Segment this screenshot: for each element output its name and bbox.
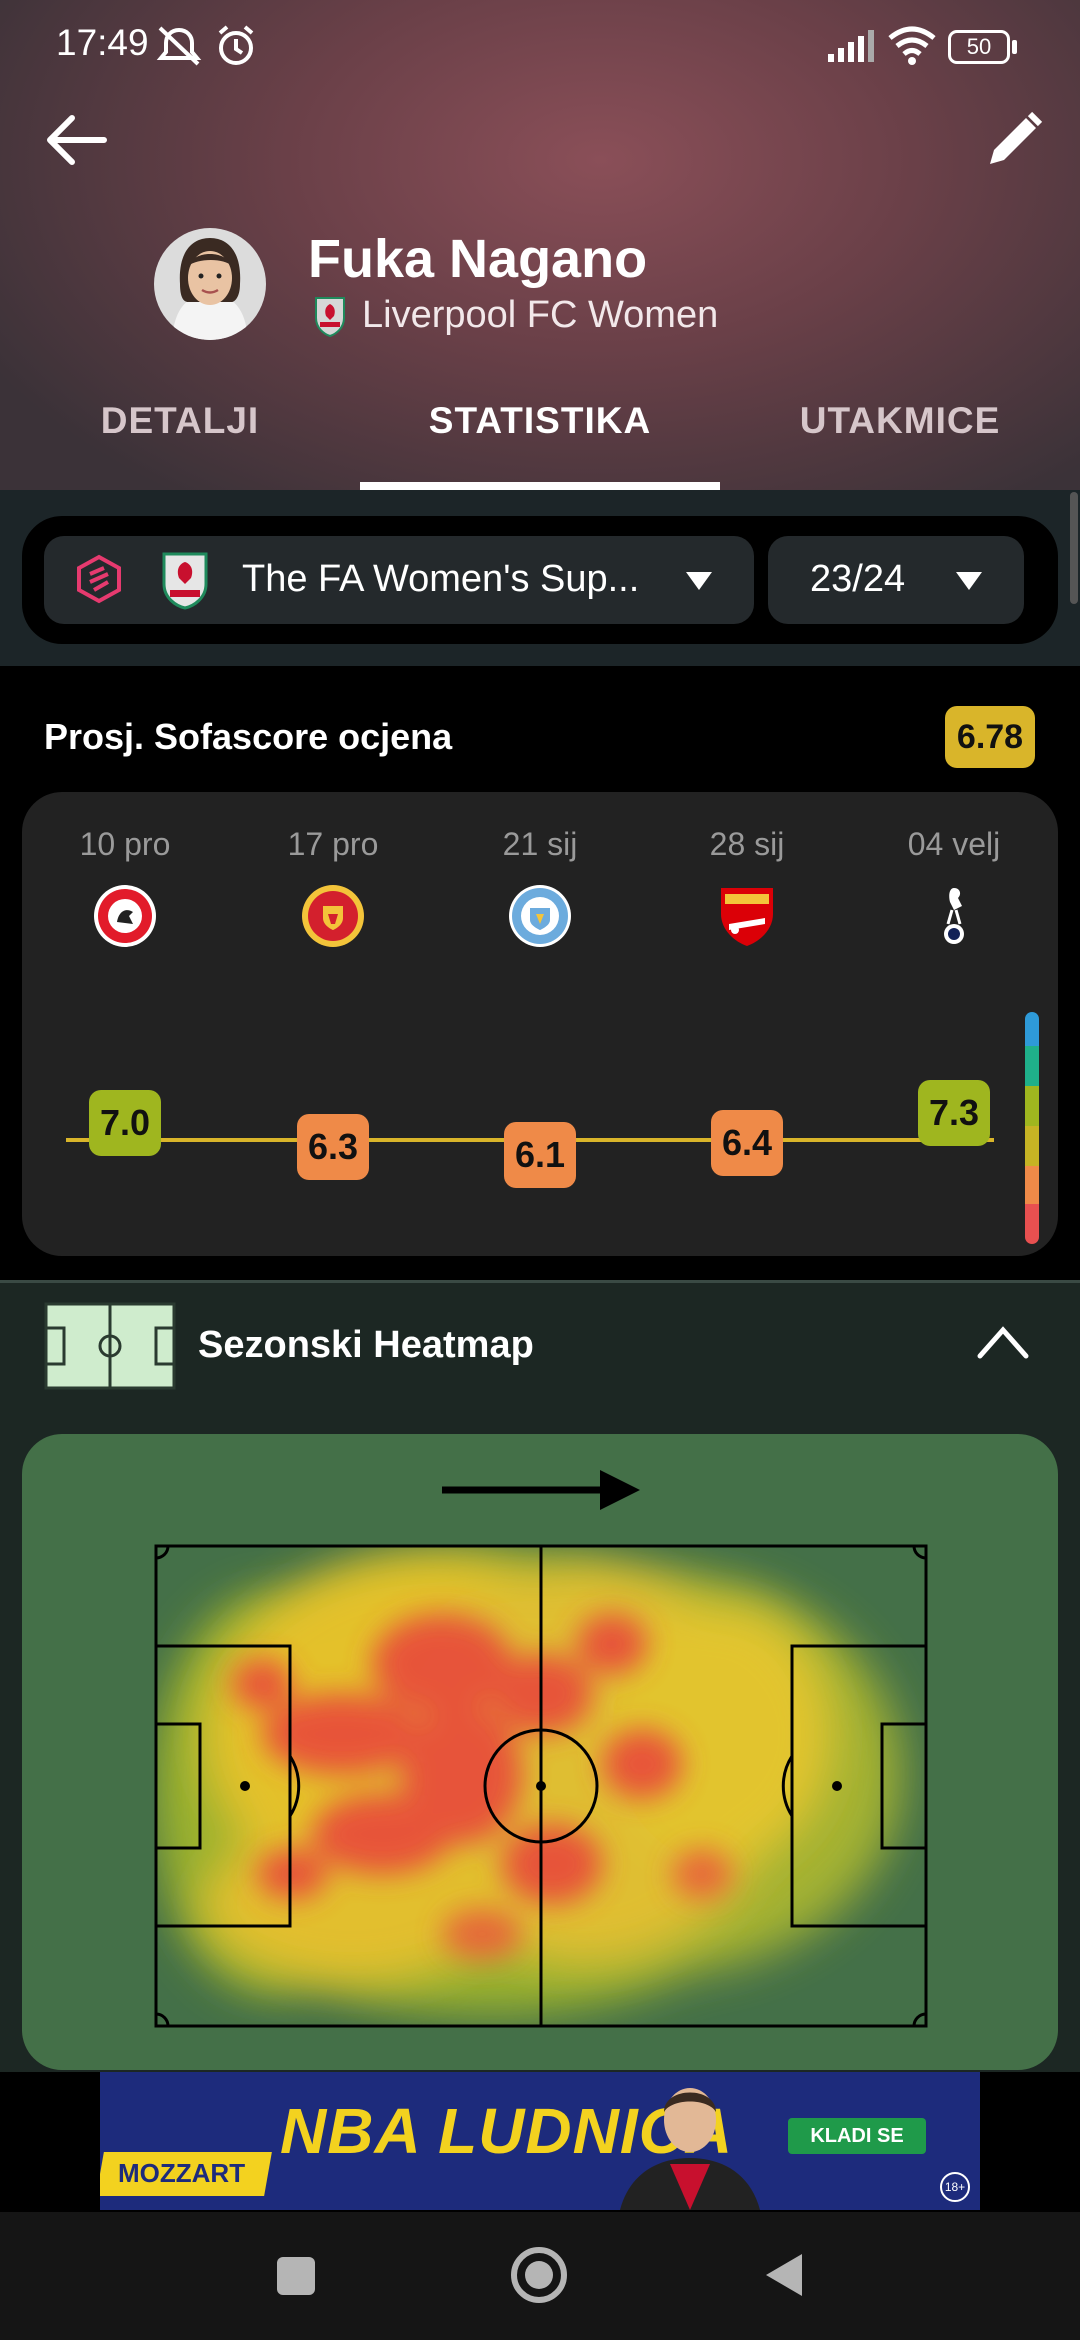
match-date: 04 velj	[907, 826, 1001, 862]
scrollbar-thumb[interactable]	[1070, 492, 1078, 604]
rating-scale-segment	[1025, 1086, 1039, 1126]
player-club: Liverpool FC Women	[362, 294, 719, 336]
manchester-city-icon[interactable]	[508, 884, 572, 948]
section-divider	[0, 1280, 1080, 1283]
rating-scale-segment	[1025, 1046, 1039, 1086]
attack-direction-arrow	[442, 1470, 640, 1510]
ad-age-badge: 18+	[940, 2172, 970, 2202]
bristol-city-icon[interactable]	[93, 884, 157, 948]
status-bar: 17:49 50	[0, 0, 1080, 96]
heat-density-layer	[156, 1554, 902, 2016]
match-date: 21 sij	[502, 826, 578, 862]
mute-icon	[154, 24, 204, 68]
edit-pencil-icon[interactable]	[980, 108, 1046, 174]
rating-section-title: Prosj. Sofascore ocjena	[44, 716, 453, 757]
rating-scale-segment	[1025, 1166, 1039, 1204]
ad-cta-button[interactable]: KLADI SE	[788, 2118, 926, 2154]
status-time: 17:49	[56, 22, 149, 63]
league-dropdown[interactable]: The FA Women's Sup...	[44, 536, 754, 624]
rating-scale-segment	[1025, 1126, 1039, 1166]
back-triangle-icon[interactable]	[760, 2250, 806, 2300]
match-rating-badge[interactable]: 6.3	[297, 1114, 369, 1180]
match-rating-badge[interactable]: 7.0	[89, 1090, 161, 1156]
wifi-icon	[888, 26, 936, 66]
battery-level: 50	[966, 34, 992, 59]
alarm-icon	[214, 24, 258, 68]
pitch-icon	[44, 1302, 176, 1390]
active-tab-indicator	[360, 482, 720, 490]
signal-icon	[826, 28, 876, 64]
wsl-logo-icon	[74, 554, 124, 604]
heatmap-title: Sezonski Heatmap	[198, 1324, 534, 1366]
rating-scale-segment	[1025, 1012, 1039, 1046]
heatmap-card	[22, 1434, 1058, 2070]
dropdown-caret-icon	[954, 570, 984, 592]
season-value: 23/24	[810, 558, 906, 600]
ad-player-image	[600, 2072, 780, 2210]
tab-detalji[interactable]: DETALJI	[0, 400, 360, 442]
arsenal-icon[interactable]	[715, 884, 779, 948]
league-name: The FA Women's Sup...	[242, 558, 640, 600]
season-dropdown[interactable]: 23/24	[768, 536, 1024, 624]
battery-icon: 50	[948, 30, 1010, 64]
tottenham-icon[interactable]	[922, 884, 986, 948]
home-circle-icon[interactable]	[510, 2246, 568, 2304]
chevron-up-icon[interactable]	[976, 1322, 1030, 1362]
liverpool-crest-icon	[160, 550, 210, 610]
ad-brand: MOZZART	[118, 2158, 246, 2188]
recents-square-icon[interactable]	[276, 2256, 316, 2296]
dropdown-caret-icon	[684, 570, 714, 592]
match-date: 10 pro	[79, 826, 171, 862]
rating-scale-segment	[1025, 1204, 1039, 1244]
tab-utakmice[interactable]: UTAKMICE	[720, 400, 1080, 442]
battery-tip	[1012, 40, 1017, 54]
match-rating-badge[interactable]: 6.1	[504, 1122, 576, 1188]
average-rating-badge: 6.78	[945, 706, 1035, 768]
tab-statistika[interactable]: STATISTIKA	[360, 400, 720, 442]
player-avatar	[154, 228, 266, 340]
back-arrow-icon[interactable]	[42, 110, 112, 170]
player-name: Fuka Nagano	[308, 229, 648, 289]
match-date: 28 sij	[709, 826, 785, 862]
match-rating-badge[interactable]: 7.3	[918, 1080, 990, 1146]
match-rating-badge[interactable]: 6.4	[711, 1110, 783, 1176]
ad-banner[interactable]: MOZZART NBA LUDNICA KLADI SE 18+	[100, 2072, 980, 2210]
liverpool-crest-icon	[312, 292, 348, 338]
manchester-united-icon[interactable]	[301, 884, 365, 948]
heatmap-pitch	[154, 1470, 928, 2028]
match-date: 17 pro	[287, 826, 379, 862]
